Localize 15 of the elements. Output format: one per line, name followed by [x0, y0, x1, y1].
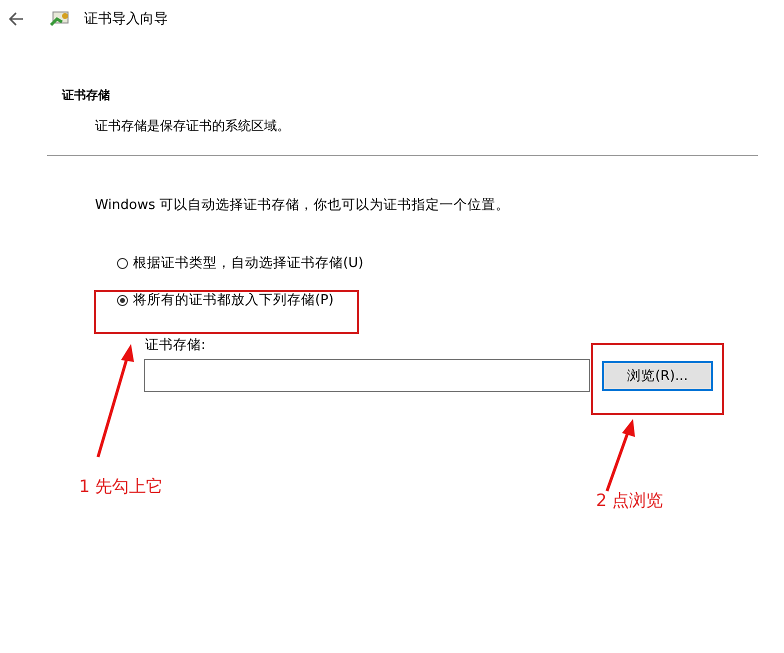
radio-option[interactable]: 将所有的证书都放入下列存储(P) — [117, 291, 784, 309]
store-input-field[interactable] — [144, 359, 590, 392]
back-arrow-icon[interactable] — [8, 12, 24, 26]
radio-option[interactable]: 根据证书类型，自动选择证书存储(U) — [117, 254, 784, 272]
browse-button[interactable]: 浏览(R)... — [602, 360, 713, 390]
section-heading: 证书存储 — [62, 87, 111, 104]
field-label: 证书存储: — [145, 336, 206, 354]
intro-text: Windows 可以自动选择证书存储，你也可以为证书指定一个位置。 — [95, 196, 511, 214]
radio-button[interactable] — [117, 294, 128, 306]
annotation-text: 2 点浏览 — [596, 490, 664, 512]
section-description: 证书存储是保存证书的系统区域。 — [95, 118, 291, 135]
annotation-text: 1 先勾上它 — [79, 476, 164, 498]
certificate-icon — [50, 10, 70, 28]
radio-button[interactable] — [117, 258, 128, 268]
window-title: 证书导入向导 — [84, 10, 168, 28]
